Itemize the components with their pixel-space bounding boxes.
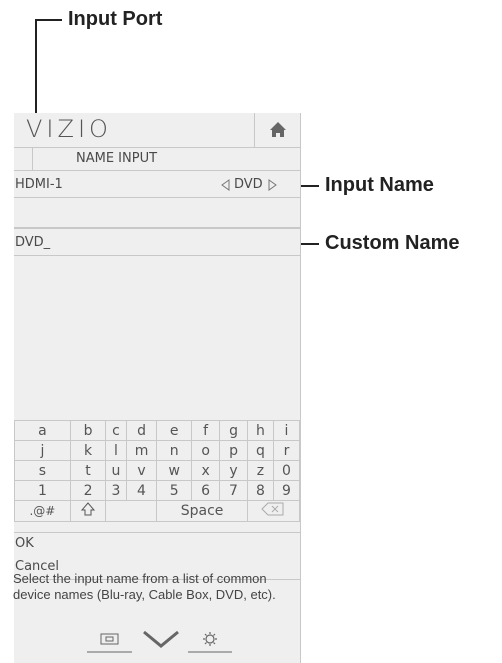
key[interactable]: w	[156, 460, 193, 481]
vizio-logo: VIZIO	[26, 115, 112, 143]
key[interactable]: 2	[69, 480, 107, 501]
key[interactable]: 3	[105, 480, 127, 501]
blank-key[interactable]	[105, 500, 158, 522]
arrow-right-icon[interactable]	[268, 179, 277, 191]
key[interactable]: 4	[125, 480, 158, 501]
key[interactable]: 1	[14, 480, 71, 501]
onscreen-keyboard: a b c d e f g h i j k l m n o p q r s t …	[14, 420, 301, 522]
help-text: Select the input name from a list of com…	[13, 571, 276, 602]
settings-button[interactable]	[188, 628, 232, 654]
space-key[interactable]: Space	[156, 500, 248, 522]
key[interactable]: b	[69, 420, 107, 441]
keyboard-row: a b c d e f g h i	[14, 420, 301, 441]
key[interactable]: 0	[272, 460, 301, 481]
custom-name-value: DVD_	[15, 235, 51, 250]
input-select-row[interactable]: HDMI-1 DVD	[14, 171, 300, 198]
key[interactable]: o	[191, 440, 221, 461]
input-port-callout: Input Port	[68, 8, 163, 30]
key[interactable]: f	[191, 420, 221, 441]
home-icon	[270, 122, 286, 137]
key[interactable]: j	[14, 440, 71, 461]
spacer-row	[14, 198, 300, 228]
shift-icon	[80, 502, 96, 516]
keyboard-row-special: .@# Space	[14, 500, 301, 522]
custom-name-field[interactable]: DVD_	[14, 228, 300, 256]
symbols-key[interactable]: .@#	[14, 500, 71, 522]
key[interactable]: q	[246, 440, 274, 461]
backspace-key[interactable]	[246, 500, 301, 522]
key[interactable]: e	[156, 420, 193, 441]
key[interactable]: 8	[246, 480, 274, 501]
key[interactable]: d	[125, 420, 158, 441]
key[interactable]: 6	[191, 480, 221, 501]
ok-button[interactable]: OK	[14, 532, 300, 556]
key[interactable]: 9	[272, 480, 301, 501]
key[interactable]: 7	[219, 480, 248, 501]
wide-button[interactable]	[87, 628, 132, 654]
key[interactable]: g	[219, 420, 248, 441]
key[interactable]: y	[219, 460, 248, 481]
title-row: NAME INPUT	[14, 148, 300, 171]
input-port-label: HDMI-1	[15, 177, 63, 192]
home-button[interactable]	[254, 113, 301, 148]
key[interactable]: c	[105, 420, 127, 441]
key[interactable]: s	[14, 460, 71, 481]
wide-icon	[87, 633, 132, 653]
key[interactable]: z	[246, 460, 274, 481]
backspace-icon	[261, 502, 284, 516]
key[interactable]: u	[105, 460, 127, 481]
key[interactable]: i	[272, 420, 301, 441]
shift-key[interactable]	[69, 500, 107, 522]
keyboard-row: 1 2 3 4 5 6 7 8 9	[14, 480, 301, 501]
key[interactable]: t	[69, 460, 107, 481]
key[interactable]: p	[219, 440, 248, 461]
settings-icon	[188, 632, 232, 653]
logo-cell: VIZIO	[14, 113, 254, 148]
key[interactable]: 5	[156, 480, 193, 501]
key[interactable]: v	[125, 460, 158, 481]
key[interactable]: r	[272, 440, 301, 461]
down-button[interactable]	[138, 628, 184, 654]
key[interactable]: h	[246, 420, 274, 441]
key[interactable]: a	[14, 420, 71, 441]
key[interactable]: k	[69, 440, 107, 461]
key[interactable]: n	[156, 440, 193, 461]
key[interactable]: m	[125, 440, 158, 461]
custom-name-callout: Custom Name	[325, 232, 460, 254]
arrow-left-icon[interactable]	[221, 179, 230, 191]
chevron-down-icon	[143, 630, 179, 648]
key[interactable]: x	[191, 460, 221, 481]
keyboard-row: j k l m n o p q r	[14, 440, 301, 461]
page-title: NAME INPUT	[76, 151, 158, 166]
keyboard-row: s t u v w x y z 0	[14, 460, 301, 481]
ok-label: OK	[15, 536, 34, 551]
input-name-value: DVD	[234, 177, 263, 192]
key[interactable]: l	[105, 440, 127, 461]
input-name-callout: Input Name	[325, 174, 434, 196]
input-port-leader-h	[36, 19, 62, 21]
